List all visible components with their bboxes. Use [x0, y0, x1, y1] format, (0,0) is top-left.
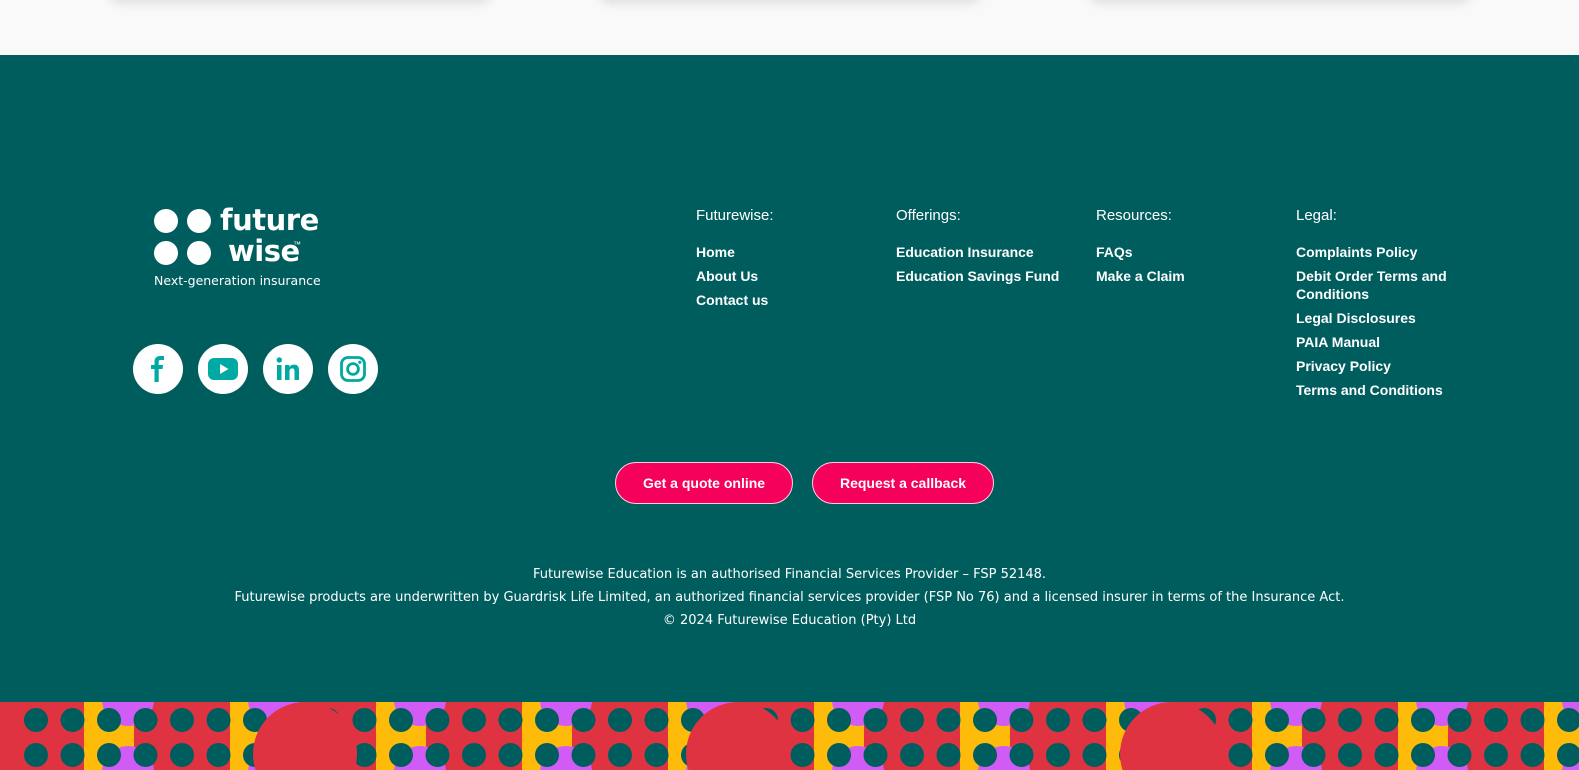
youtube-link[interactable]: [198, 344, 248, 394]
site-footer: future wise ™ Next-generation insurance …: [0, 55, 1579, 702]
footer-link-about-us[interactable]: About Us: [696, 267, 774, 285]
logo-dot: [187, 241, 211, 265]
youtube-icon: [208, 358, 238, 380]
logo-word-future: future: [220, 203, 319, 237]
footer-link-complaints-policy[interactable]: Complaints Policy: [1296, 243, 1471, 261]
footer-link-faqs[interactable]: FAQs: [1096, 243, 1185, 261]
footer-link-terms-and-conditions[interactable]: Terms and Conditions: [1296, 381, 1471, 399]
column-heading: Resources:: [1096, 207, 1172, 224]
underwriter-statement: Futurewise products are underwritten by …: [234, 590, 1345, 605]
facebook-link[interactable]: [133, 344, 183, 394]
footer-link-legal-disclosures[interactable]: Legal Disclosures: [1296, 309, 1471, 327]
trademark-symbol: ™: [293, 240, 301, 249]
futurewise-logo[interactable]: future wise ™ Next-generation insurance: [154, 205, 324, 299]
facebook-icon: [151, 356, 164, 382]
footer-link-make-a-claim[interactable]: Make a Claim: [1096, 267, 1185, 285]
column-heading: Legal:: [1296, 207, 1337, 224]
page-top-section: [0, 0, 1579, 55]
logo-tagline: Next-generation insurance: [154, 273, 321, 288]
column-heading: Offerings:: [896, 207, 961, 224]
logo-word-wise: wise: [228, 234, 300, 268]
dot-pattern-graphic: [0, 702, 1579, 770]
footer-link-contact-us[interactable]: Contact us: [696, 291, 774, 309]
fsp-statement: Futurewise Education is an authorised Fi…: [532, 567, 1047, 582]
footer-column-resources: Resources: FAQs Make a Claim: [1096, 207, 1185, 291]
linkedin-icon: [276, 357, 299, 380]
get-quote-button[interactable]: Get a quote online: [615, 462, 793, 504]
footer-link-privacy-policy[interactable]: Privacy Policy: [1296, 357, 1471, 375]
instagram-icon: [340, 356, 366, 382]
logo-dot: [154, 209, 178, 233]
footer-link-paia-manual[interactable]: PAIA Manual: [1296, 333, 1471, 351]
instagram-link[interactable]: [328, 344, 378, 394]
decorative-pattern-band: [0, 702, 1579, 770]
column-heading: Futurewise:: [696, 207, 774, 224]
logo-dot: [154, 241, 178, 265]
footer-link-education-savings-fund[interactable]: Education Savings Fund: [896, 267, 1059, 285]
request-callback-button[interactable]: Request a callback: [812, 462, 994, 504]
footer-column-offerings: Offerings: Education Insurance Education…: [896, 207, 1059, 291]
logo-dot: [187, 209, 211, 233]
footer-link-home[interactable]: Home: [696, 243, 774, 261]
linkedin-link[interactable]: [263, 344, 313, 394]
footer-link-debit-order-terms[interactable]: Debit Order Terms and Conditions: [1296, 267, 1471, 303]
footer-column-legal: Legal: Complaints Policy Debit Order Ter…: [1296, 207, 1471, 405]
footer-column-futurewise: Futurewise: Home About Us Contact us: [696, 207, 774, 315]
copyright-notice: © 2024 Futurewise Education (Pty) Ltd: [662, 613, 917, 628]
footer-link-education-insurance[interactable]: Education Insurance: [896, 243, 1059, 261]
